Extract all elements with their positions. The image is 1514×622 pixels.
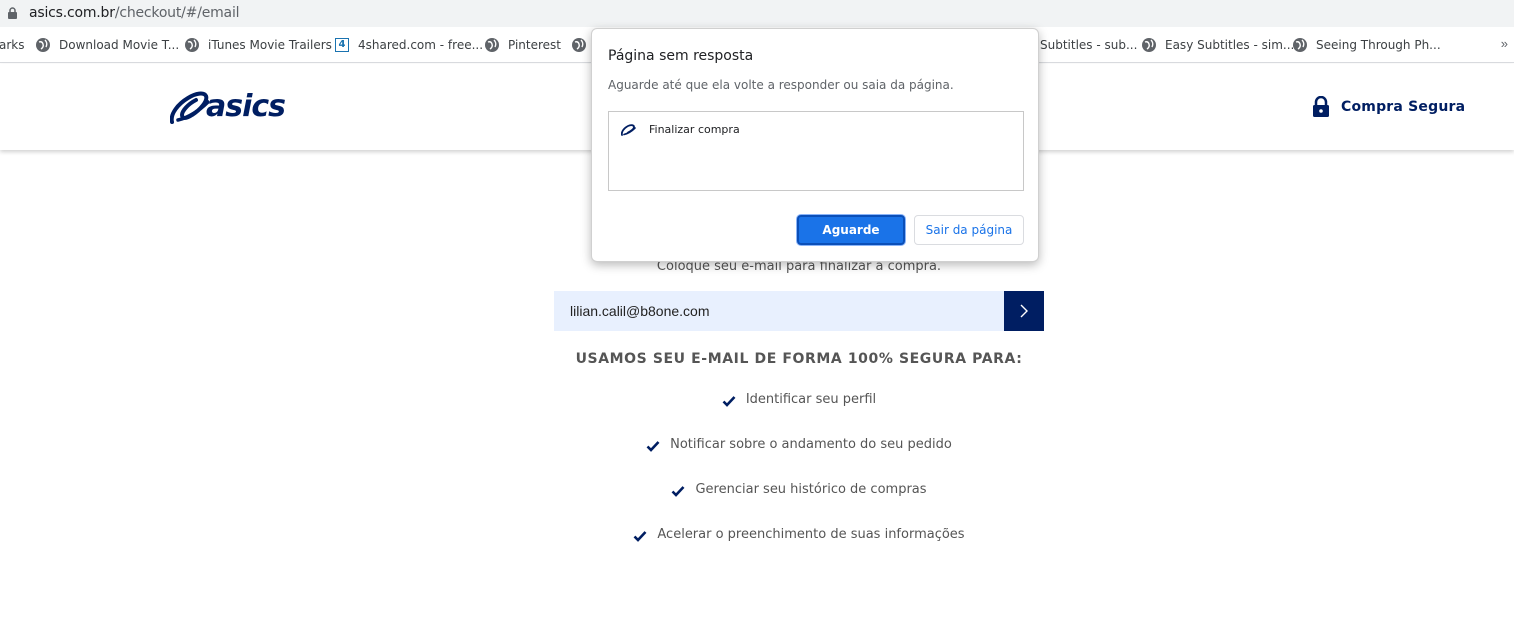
dialog-title: Página sem resposta <box>608 48 754 64</box>
bookmark-label: Easy Subtitles - sim... <box>1165 38 1295 52</box>
bookmark-item[interactable]: Download Movie T... <box>36 37 179 53</box>
benefit-text: Identificar seu perfil <box>745 392 877 407</box>
bookmark-item[interactable]: Seeing Through Ph... <box>1293 37 1441 53</box>
url-path: /checkout/#/email <box>114 5 240 21</box>
page-unresponsive-dialog: Página sem resposta Aguarde até que ela … <box>591 28 1039 262</box>
globe-icon <box>185 38 199 52</box>
benefit-item: Gerenciar seu histórico de compras <box>554 482 1044 527</box>
bookmark-label: Download Movie T... <box>59 38 180 52</box>
url-host: asics.com.br <box>29 5 115 21</box>
bookmark-item[interactable]: Subtitles - sub... <box>1040 37 1137 53</box>
globe-icon <box>572 38 586 52</box>
globe-icon <box>485 38 499 52</box>
brand-wordmark: asics <box>206 89 285 124</box>
email-form <box>554 291 1044 331</box>
benefit-text: Acelerar o preenchimento de suas informa… <box>657 527 965 542</box>
bookmark-label: arks <box>0 38 25 52</box>
lock-icon[interactable] <box>7 7 18 19</box>
chevron-right-icon <box>1020 304 1028 318</box>
secure-purchase-label: Compra Segura <box>1341 98 1466 115</box>
leave-page-button[interactable]: Sair da página <box>914 215 1024 245</box>
bookmark-item[interactable]: iTunes Movie Trailers <box>185 37 332 53</box>
check-icon <box>722 396 736 407</box>
bookmark-item[interactable]: 4 4shared.com - free... <box>335 37 483 53</box>
globe-icon <box>1293 38 1307 52</box>
benefit-item: Notificar sobre o andamento do seu pedid… <box>554 437 1044 482</box>
more-bookmarks-button[interactable]: » <box>1501 36 1508 51</box>
benefit-text: Gerenciar seu histórico de compras <box>695 482 927 497</box>
page-item-title: Finalizar compra <box>649 123 740 136</box>
bookmark-label: Seeing Through Ph... <box>1316 38 1441 52</box>
bookmark-label: 4shared.com - free... <box>358 38 484 52</box>
check-icon <box>646 441 660 452</box>
secure-purchase-badge: Compra Segura <box>1312 96 1465 117</box>
benefit-item: Identificar seu perfil <box>554 392 1044 437</box>
bookmark-item[interactable]: Easy Subtitles - sim... <box>1142 37 1294 53</box>
check-icon <box>633 531 647 542</box>
bookmark-item[interactable]: arks <box>0 37 25 53</box>
address-bar[interactable]: asics.com.br/checkout/#/email <box>0 0 1514 27</box>
check-icon <box>672 486 685 497</box>
email-submit-button[interactable] <box>1004 291 1044 331</box>
unresponsive-pages-list: Finalizar compra <box>608 111 1024 191</box>
bookmark-label: Pinterest <box>508 38 562 52</box>
asics-favicon-icon <box>621 123 636 136</box>
dialog-message: Aguarde até que ela volte a responder ou… <box>608 78 954 92</box>
secure-usage-title: USAMOS SEU E-MAIL DE FORMA 100% SEGURA P… <box>575 351 1023 367</box>
benefits-list: Identificar seu perfil Notificar sobre o… <box>554 392 1044 572</box>
benefit-text: Notificar sobre o andamento do seu pedid… <box>670 437 952 452</box>
globe-icon <box>1142 38 1156 52</box>
bookmark-label: iTunes Movie Trailers <box>208 38 332 52</box>
globe-icon <box>36 38 50 52</box>
benefit-item: Acelerar o preenchimento de suas informa… <box>554 527 1044 572</box>
url-text[interactable]: asics.com.br/checkout/#/email <box>29 5 240 21</box>
bookmark-label: Subtitles - sub... <box>1040 38 1138 52</box>
email-input[interactable] <box>554 291 1004 331</box>
wait-button[interactable]: Aguarde <box>797 215 905 245</box>
bookmark-item[interactable]: Pinterest <box>485 37 561 53</box>
unresponsive-page-item: Finalizar compra <box>621 123 740 136</box>
lock-icon <box>1313 96 1329 117</box>
4shared-icon: 4 <box>335 38 349 52</box>
asics-logo[interactable]: asics <box>170 84 285 124</box>
